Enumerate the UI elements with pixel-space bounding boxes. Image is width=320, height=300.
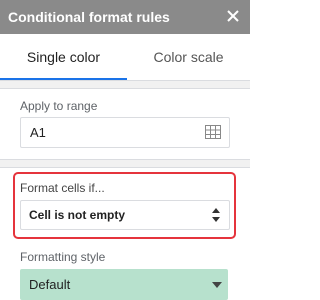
section-divider <box>0 80 250 89</box>
caret-down-icon <box>212 282 222 288</box>
condition-value: Cell is not empty <box>29 208 126 222</box>
format-cells-label: Format cells if... <box>20 181 105 195</box>
grid-icon[interactable] <box>205 125 221 139</box>
close-icon[interactable] <box>224 7 242 25</box>
tab-color-scale[interactable]: Color scale <box>127 34 250 80</box>
up-down-arrow-icon <box>212 208 220 222</box>
panel-header: Conditional format rules <box>0 0 250 34</box>
formatting-style-label: Formatting style <box>20 250 106 264</box>
condition-dropdown[interactable]: Cell is not empty <box>20 200 230 230</box>
tab-single-color[interactable]: Single color <box>0 34 127 80</box>
formatting-style-dropdown[interactable]: Default <box>20 269 228 300</box>
section-divider <box>0 159 250 168</box>
tab-color-scale-label: Color scale <box>153 49 224 65</box>
tab-bar: Single color Color scale <box>0 34 250 81</box>
formatting-style-value: Default <box>29 277 71 292</box>
panel-title: Conditional format rules <box>8 9 170 25</box>
apply-range-label: Apply to range <box>20 99 98 113</box>
tab-single-color-label: Single color <box>26 49 101 65</box>
range-input[interactable]: A1 <box>20 117 230 148</box>
range-value: A1 <box>30 125 46 140</box>
